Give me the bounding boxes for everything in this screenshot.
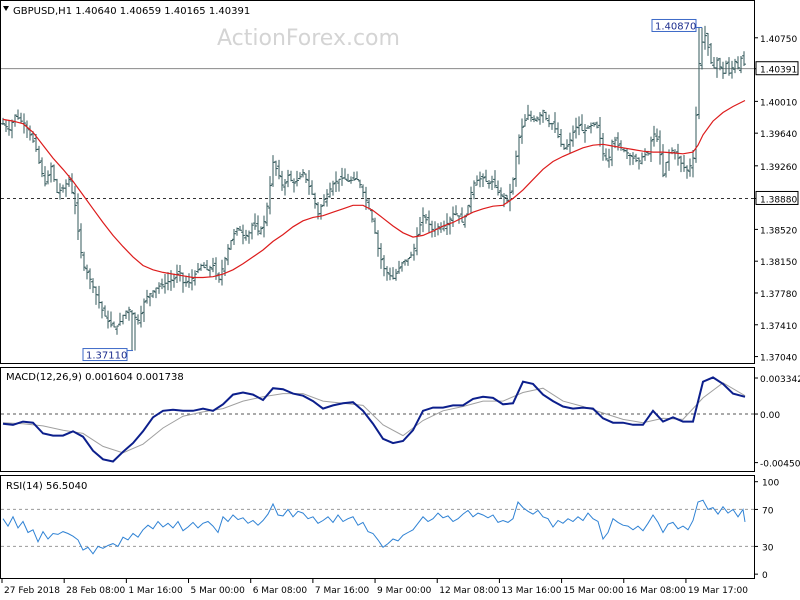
x-tick-label: 28 Feb 08:00 bbox=[66, 586, 125, 596]
price-tick-label: 1.38880 bbox=[760, 195, 797, 205]
gbpusd-chart: GBPUSD,H1 1.40640 1.40659 1.40165 1.4039… bbox=[0, 0, 800, 596]
macd-tick-label: 0.00 bbox=[760, 411, 780, 421]
price-tick-label: 1.38520 bbox=[760, 226, 797, 236]
price-tick-label: 1.38150 bbox=[760, 258, 797, 268]
x-axis: 27 Feb 2018 28 Feb 08:00 1 Mar 16:00 5 Mar … bbox=[1, 579, 748, 596]
macd-tick-label: -0.004507 bbox=[760, 460, 800, 470]
price-tick-label: 1.39640 bbox=[760, 130, 797, 140]
price-tick-label: 1.40391 bbox=[760, 66, 797, 76]
y-axes: 1.37040 1.37410 1.37780 1.38150 1.38520 1.388… bbox=[754, 35, 800, 581]
rsi-tick-label: 30 bbox=[762, 543, 774, 553]
low-label: 1.37110 bbox=[86, 351, 127, 362]
price-panel bbox=[0, 0, 755, 364]
x-tick-label: 27 Feb 2018 bbox=[4, 586, 60, 596]
x-tick-label: 5 Mar 00:00 bbox=[191, 586, 246, 596]
price-tick-label: 1.39260 bbox=[760, 163, 797, 173]
rsi-tick-label: 100 bbox=[762, 479, 779, 489]
rsi-label: RSI(14) 56.5040 bbox=[6, 481, 87, 492]
x-tick-label: 9 Mar 00:00 bbox=[377, 586, 432, 596]
macd-label: MACD(12,26,9) 0.001604 0.001738 bbox=[6, 372, 184, 383]
price-tick-label: 1.37780 bbox=[760, 290, 797, 300]
watermark: ActionForex.com bbox=[217, 26, 400, 51]
price-tick-label: 1.37410 bbox=[760, 322, 797, 332]
rsi-tick-label: 70 bbox=[762, 506, 774, 516]
x-tick-label: 13 Mar 16:00 bbox=[501, 586, 561, 596]
rsi-panel bbox=[0, 475, 755, 579]
x-tick-label: 15 Mar 00:00 bbox=[564, 586, 624, 596]
price-tick-label: 1.40010 bbox=[760, 98, 797, 108]
high-label: 1.40870 bbox=[655, 21, 696, 32]
macd-tick-label: 0.003342 bbox=[760, 375, 800, 385]
x-tick-label: 12 Mar 08:00 bbox=[439, 586, 499, 596]
x-tick-label: 6 Mar 08:00 bbox=[253, 586, 308, 596]
x-tick-label: 1 Mar 16:00 bbox=[128, 586, 183, 596]
rsi-tick-label: 0 bbox=[762, 571, 768, 581]
x-tick-label: 7 Mar 16:00 bbox=[315, 586, 370, 596]
price-tick-label: 1.40750 bbox=[760, 35, 797, 45]
x-tick-label: 16 Mar 08:00 bbox=[626, 586, 686, 596]
chart-title: GBPUSD,H1 1.40640 1.40659 1.40165 1.4039… bbox=[13, 6, 250, 17]
x-tick-label: 19 Mar 17:00 bbox=[688, 586, 748, 596]
price-tick-label: 1.37040 bbox=[760, 354, 797, 364]
